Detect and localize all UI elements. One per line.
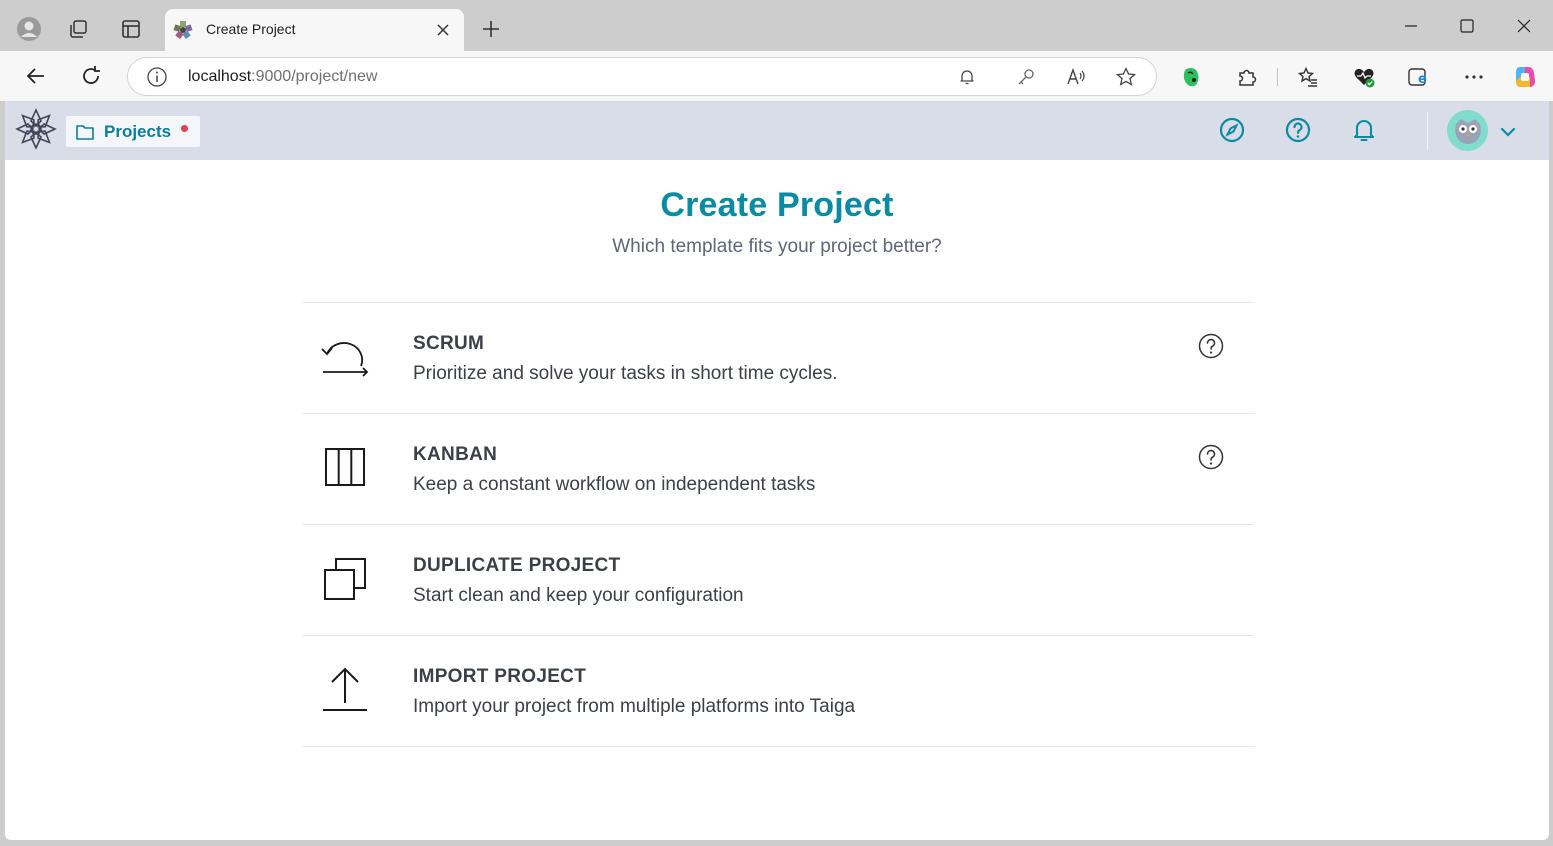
favorites-icon[interactable] <box>1295 64 1321 90</box>
template-name: DUPLICATE PROJECT <box>413 555 621 576</box>
upload-icon <box>323 667 367 711</box>
owl-avatar-icon <box>1454 118 1481 144</box>
notifications-bell-icon[interactable] <box>1350 116 1378 144</box>
browser-tab-active[interactable]: Create Project <box>165 9 464 51</box>
refresh-icon[interactable] <box>76 61 106 91</box>
template-name: KANBAN <box>413 444 498 465</box>
profile-icon[interactable] <box>13 13 45 45</box>
browser-essentials-icon[interactable] <box>1351 64 1377 90</box>
svg-text:e: e <box>1418 72 1427 87</box>
page-title: Create Project <box>660 186 894 224</box>
help-icon[interactable] <box>1284 116 1312 144</box>
template-name: IMPORT PROJECT <box>413 666 587 687</box>
scrum-cycle-icon <box>321 342 369 377</box>
favorite-star-icon[interactable] <box>1115 66 1137 88</box>
folder-icon <box>76 124 94 140</box>
notification-dot <box>181 125 189 132</box>
new-tab-icon[interactable] <box>477 15 505 43</box>
duplicate-icon <box>324 558 366 600</box>
browser-tab-strip: Create Project <box>0 0 1553 51</box>
template-description: Start clean and keep your configuration <box>413 585 744 606</box>
discover-compass-icon[interactable] <box>1218 116 1246 144</box>
password-key-icon[interactable] <box>1015 66 1037 88</box>
template-option-import-project[interactable]: IMPORT PROJECT Import your project from … <box>303 635 1254 746</box>
web-page: Projects Create Project Which template f… <box>5 101 1549 840</box>
template-name: SCRUM <box>413 333 485 354</box>
user-menu-chevron-down-icon[interactable] <box>1497 121 1519 143</box>
address-bar[interactable]: localhost:9000/project/new <box>127 57 1157 96</box>
tab-title: Create Project <box>206 21 296 37</box>
toolbar-separator <box>1277 68 1278 86</box>
template-option-duplicate-project[interactable]: DUPLICATE PROJECT Start clean and keep y… <box>303 524 1254 635</box>
topbar-separator <box>1427 112 1428 150</box>
browser-toolbar: localhost:9000/project/new e <box>0 51 1553 101</box>
taiga-logo-icon[interactable] <box>15 107 57 151</box>
list-divider <box>303 746 1254 747</box>
projects-label: Projects <box>104 121 172 141</box>
workspaces-icon[interactable] <box>62 13 94 45</box>
help-circle-icon[interactable] <box>1197 332 1225 360</box>
notifications-permission-icon[interactable] <box>956 66 978 88</box>
template-option-scrum[interactable]: SCRUM Prioritize and solve your tasks in… <box>303 302 1254 413</box>
template-option-kanban[interactable]: KANBAN Keep a constant workflow on indep… <box>303 413 1254 524</box>
tab-actions-icon[interactable] <box>115 13 147 45</box>
taiga-top-bar: Projects <box>5 101 1549 160</box>
projects-menu-button[interactable]: Projects <box>66 116 200 147</box>
help-circle-icon[interactable] <box>1197 443 1225 471</box>
maximize-icon[interactable] <box>1453 13 1481 41</box>
site-info-icon[interactable] <box>146 66 168 88</box>
template-options-list: SCRUM Prioritize and solve your tasks in… <box>303 302 1254 747</box>
template-description: Import your project from multiple platfo… <box>413 696 856 717</box>
template-description: Prioritize and solve your tasks in short… <box>413 363 838 384</box>
read-aloud-icon[interactable] <box>1065 66 1087 88</box>
page-subtitle: Which template fits your project better? <box>612 236 942 257</box>
evernote-extension-icon[interactable] <box>1178 64 1204 90</box>
more-options-icon[interactable] <box>1461 64 1487 90</box>
back-icon[interactable] <box>21 61 51 91</box>
taiga-favicon-icon <box>173 21 193 40</box>
user-avatar[interactable] <box>1447 110 1488 151</box>
template-description: Keep a constant workflow on independent … <box>413 474 816 495</box>
extensions-puzzle-icon[interactable] <box>1234 64 1260 90</box>
edge-ie-mode-icon[interactable]: e <box>1405 64 1431 90</box>
kanban-columns-icon <box>325 448 365 486</box>
url-text: localhost:9000/project/new <box>188 68 378 85</box>
close-window-icon[interactable] <box>1510 13 1538 41</box>
close-tab-icon[interactable] <box>433 20 453 40</box>
minimize-icon[interactable] <box>1397 13 1425 41</box>
copilot-icon[interactable] <box>1512 64 1538 90</box>
